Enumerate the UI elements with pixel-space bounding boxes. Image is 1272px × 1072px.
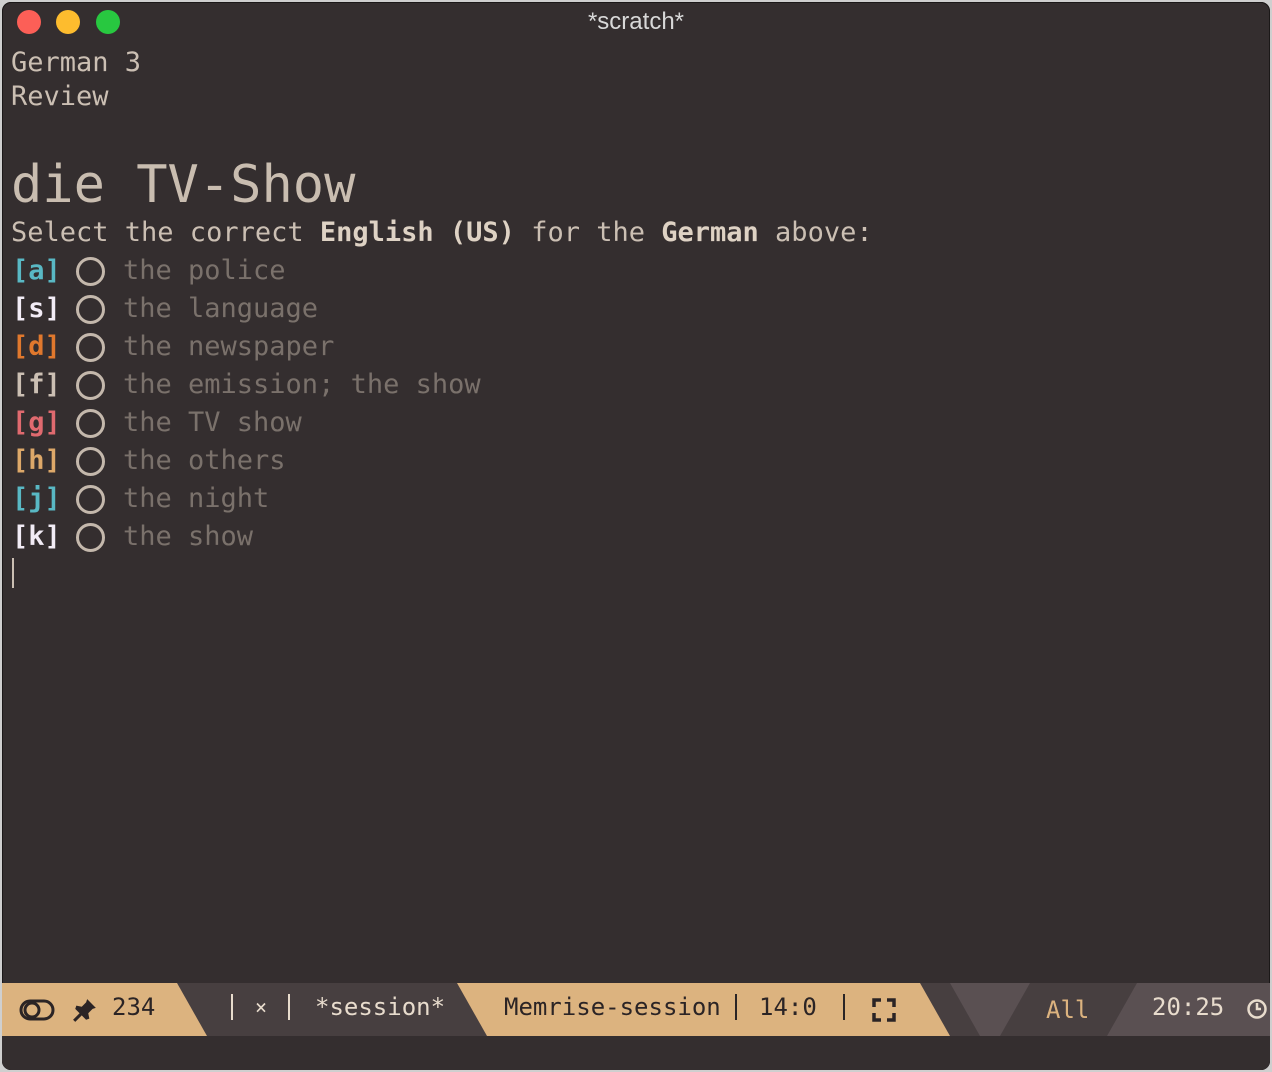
option-key[interactable]: [s] [12,290,61,328]
option-label[interactable]: the emission; the show [123,366,481,404]
toggle-icon[interactable] [19,999,57,1021]
option-label[interactable]: the show [123,518,253,556]
cursor-position: 14:0 [759,993,817,1021]
buffer-content[interactable]: German 3 Review die TV-Show Select the c… [11,46,1270,588]
text-cursor [12,558,14,588]
pin-icon [73,999,96,1022]
radio-icon[interactable] [76,523,105,552]
answer-option[interactable]: [h] the others [11,442,1270,480]
answer-option[interactable]: [j] the night [11,480,1270,518]
radio-icon[interactable] [76,447,105,476]
minibuffer[interactable] [2,1036,1270,1070]
scroll-indicator: All [1046,996,1090,1024]
buffer-name[interactable]: *session* [315,993,445,1021]
clock-icon [1247,999,1267,1019]
separator [843,994,845,1020]
radio-icon[interactable] [76,485,105,514]
prompt-target-language: English (US) [319,217,515,248]
radio-icon[interactable] [76,257,105,286]
option-key[interactable]: [g] [12,404,61,442]
option-label[interactable]: the others [123,442,286,480]
option-key[interactable]: [d] [12,328,61,366]
separator [231,994,233,1020]
fullscreen-icon[interactable] [872,998,896,1022]
line-count: 234 [112,993,156,1021]
mode-line-wedge [950,983,1030,1036]
prompt-mid: for the [514,217,662,248]
question-prompt: Select the correct English (US) for the … [11,216,1270,252]
question-word: die TV-Show [11,155,356,215]
close-buffer-icon[interactable]: × [255,995,267,1019]
option-key[interactable]: [f] [12,366,61,404]
radio-icon[interactable] [76,295,105,324]
separator [735,994,737,1020]
option-label[interactable]: the newspaper [123,328,334,366]
answer-option[interactable]: [d] the newspaper [11,328,1270,366]
option-label[interactable]: the language [123,290,318,328]
option-key[interactable]: [a] [12,252,61,290]
answer-option[interactable]: [k] the show [11,518,1270,556]
option-key[interactable]: [h] [12,442,61,480]
title-bar: *scratch* [2,2,1270,44]
radio-icon[interactable] [76,371,105,400]
answer-option[interactable]: [g] the TV show [11,404,1270,442]
emacs-window: *scratch* German 3 Review die TV-Show Se… [2,2,1270,1070]
session-mode: Review [11,81,109,112]
prompt-prefix: Select the correct [11,217,320,248]
clock-time: 20:25 [1152,993,1225,1021]
answer-option[interactable]: [a] the police [11,252,1270,290]
option-key[interactable]: [k] [12,518,61,556]
radio-icon[interactable] [76,333,105,362]
mode-line: 234 × *session* Memrise-session 14:0 All… [2,983,1270,1036]
answer-option[interactable]: [f] the emission; the show [11,366,1270,404]
window-title: *scratch* [587,8,685,35]
option-key[interactable]: [j] [12,480,61,518]
option-label[interactable]: the night [123,480,269,518]
radio-icon[interactable] [76,409,105,438]
option-label[interactable]: the police [123,252,286,290]
separator [288,994,290,1020]
major-mode[interactable]: Memrise-session [504,993,721,1021]
course-name: German 3 [11,47,142,78]
prompt-suffix: above: [758,217,873,248]
option-label[interactable]: the TV show [123,404,302,442]
answer-option[interactable]: [s] the language [11,290,1270,328]
prompt-source-language: German [661,217,759,248]
